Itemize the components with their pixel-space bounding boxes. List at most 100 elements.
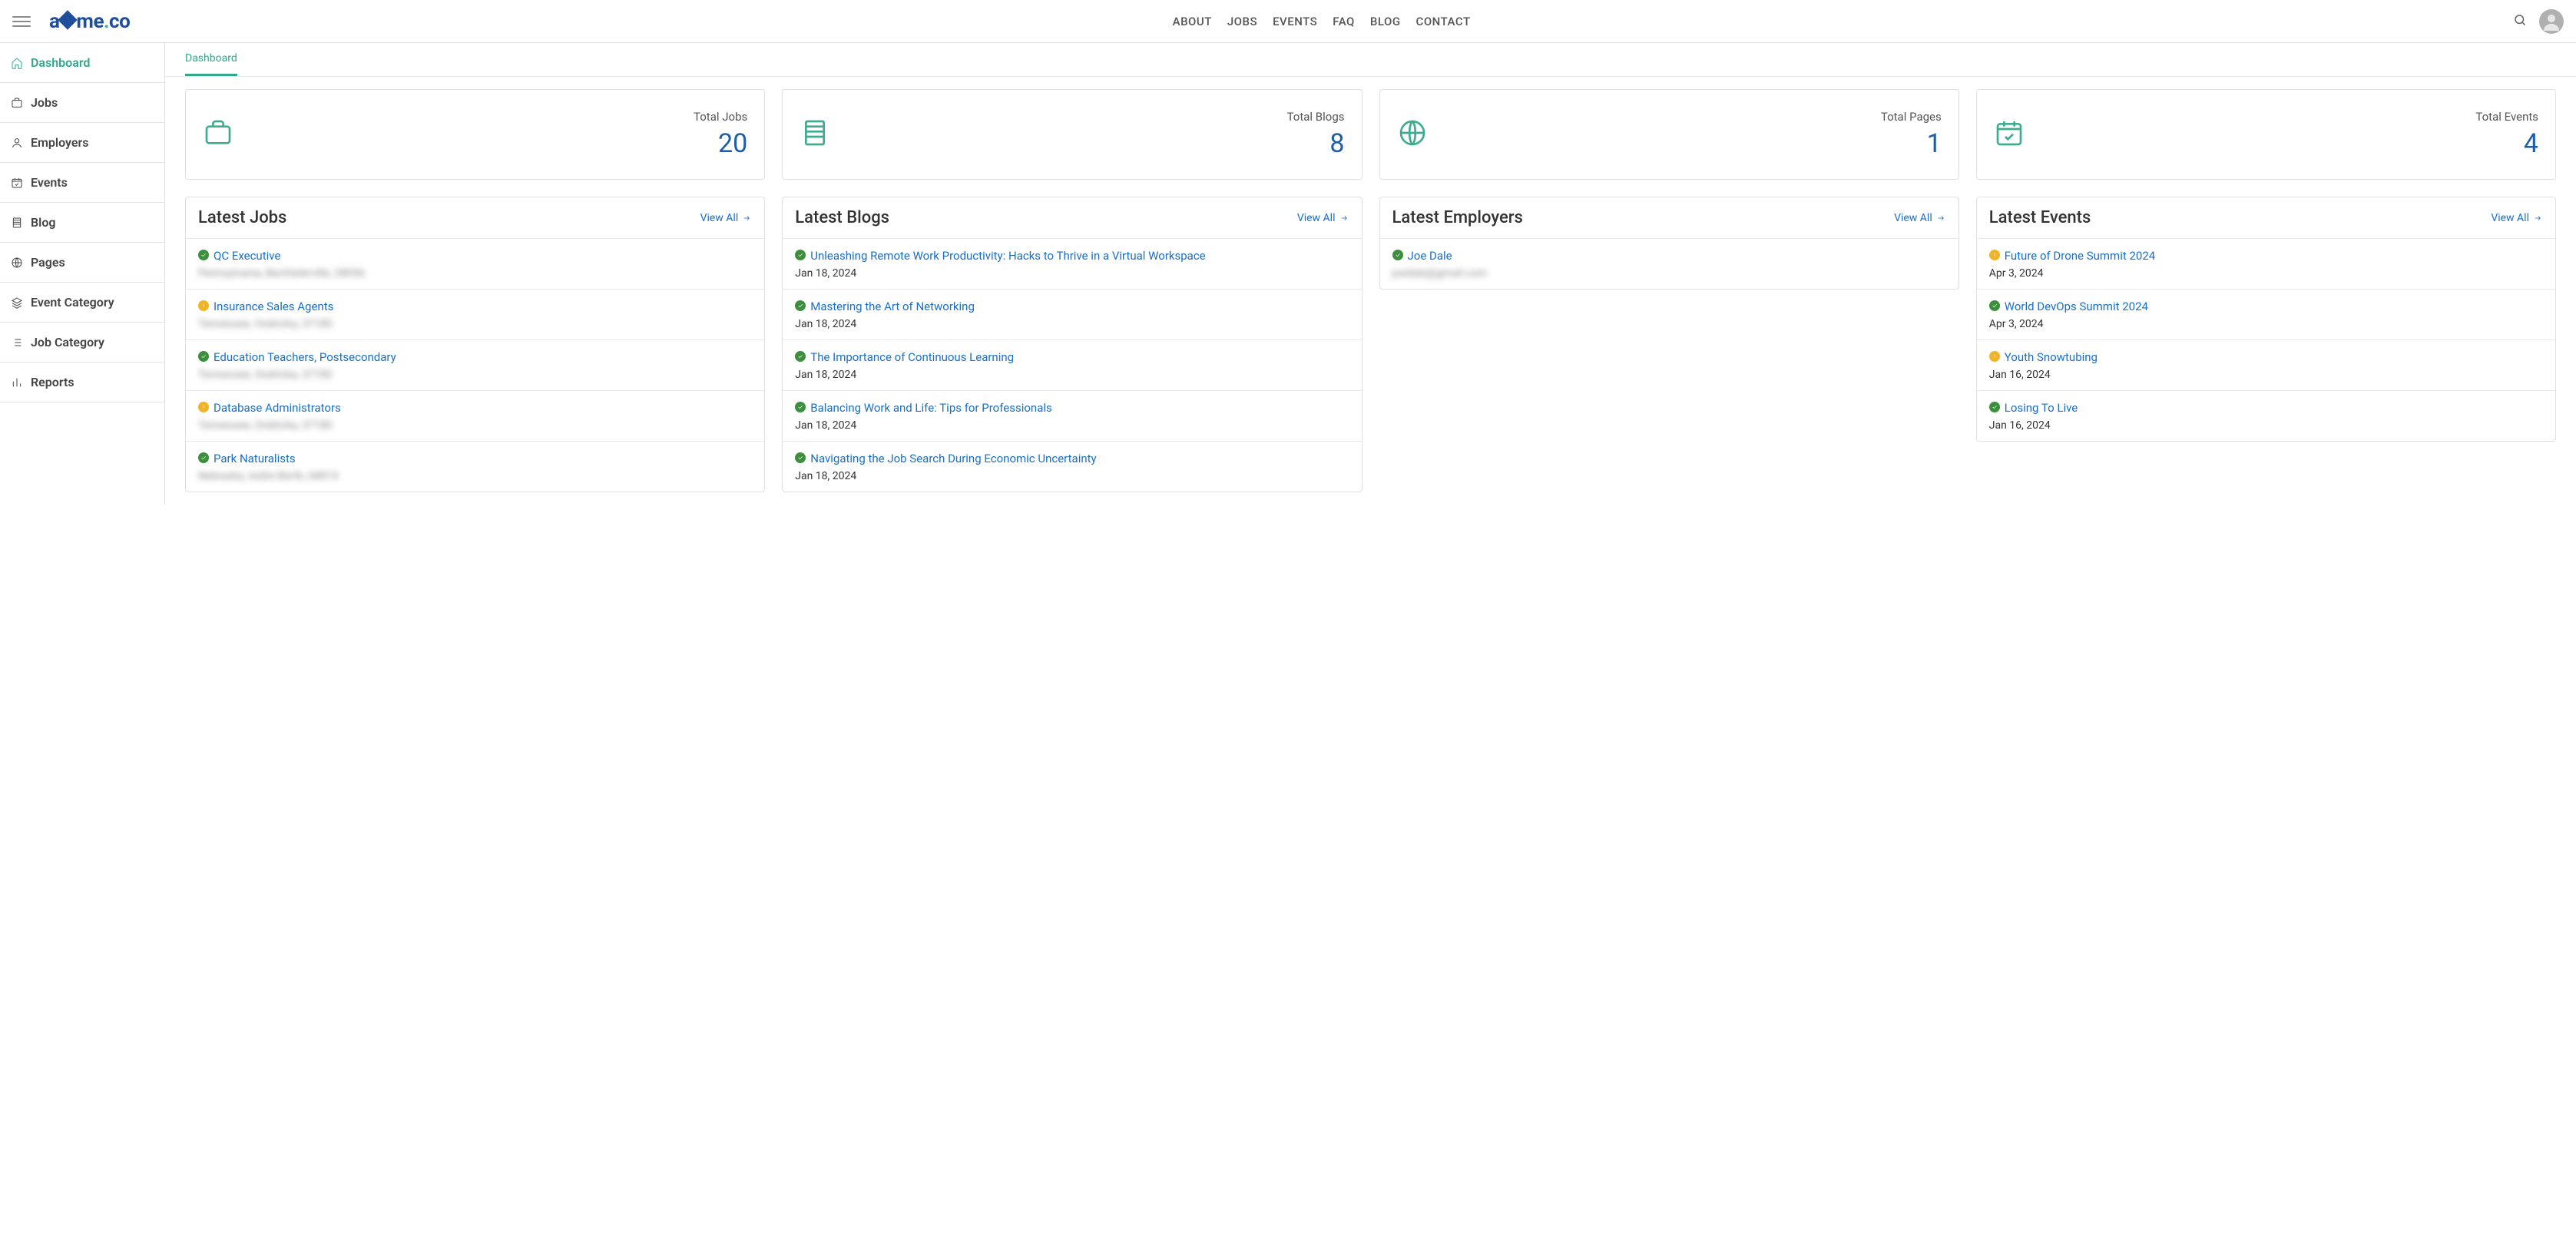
nav-events[interactable]: EVENTS [1273,15,1317,28]
stats-row: Total Jobs20Total Blogs8Total Pages1Tota… [185,89,2556,180]
list-item-title[interactable]: Park Naturalists [198,451,752,467]
list-item-sub: Apr 3, 2024 [1989,318,2543,330]
nav-about[interactable]: ABOUT [1173,15,1212,28]
arrow-right-icon [1339,214,1349,222]
list-item-sub-blur: joedale@gmail.com [1392,267,1946,280]
bar-chart-icon [11,376,23,389]
list-item: Youth Snowtubing Jan 16, 2024 [1977,339,2555,390]
list-item-title[interactable]: Mastering the Art of Networking [795,299,1349,315]
list-item-sub-blur: Tennessee, Ondricka, 37180 [198,318,752,330]
list-item-title[interactable]: Losing To Live [1989,400,2543,416]
stat-value: 1 [1881,128,1942,159]
stat-value: 8 [1287,128,1345,159]
view-all-link[interactable]: View All [2491,212,2543,224]
list-item-title[interactable]: Education Teachers, Postsecondary [198,349,752,366]
list-item: Future of Drone Summit 2024 Apr 3, 2024 [1977,238,2555,289]
panel-jobs: Latest JobsView All QC Executive Pennsyl… [185,197,765,492]
sidebar-item-label: Jobs [31,95,58,110]
list-item-title[interactable]: QC Executive [198,248,752,264]
list-item-title[interactable]: Youth Snowtubing [1989,349,2543,366]
sidebar-item-event-category[interactable]: Event Category [0,283,164,323]
view-all-link[interactable]: View All [1297,212,1349,224]
list-item-title[interactable]: Balancing Work and Life: Tips for Profes… [795,400,1349,416]
sidebar-item-jobs[interactable]: Jobs [0,83,164,123]
list-item: Joe Dale joedale@gmail.com [1380,238,1958,289]
stat-label: Total Blogs [1287,110,1345,124]
globe-icon [1397,118,1428,151]
view-all-link[interactable]: View All [1894,212,1946,224]
search-icon[interactable] [2513,13,2527,30]
list-icon [11,336,23,349]
avatar[interactable] [2539,9,2564,34]
logo-tld: co [109,10,130,33]
sidebar-item-reports[interactable]: Reports [0,363,164,402]
sidebar-item-label: Reports [31,375,74,389]
list-item-title-text: Database Administrators [214,400,341,416]
tabbar: Dashboard [165,43,2576,77]
status-ok-icon [795,250,806,260]
sidebar-item-dashboard[interactable]: Dashboard [0,43,164,83]
list-item-title[interactable]: Unleashing Remote Work Productivity: Hac… [795,248,1349,264]
status-warn-icon [1989,250,2000,260]
sidebar-item-employers[interactable]: Employers [0,123,164,163]
book-icon [800,118,830,151]
stat-label: Total Events [2475,110,2538,124]
list-item-sub: Apr 3, 2024 [1989,267,2543,280]
list-item-sub-blur: Tennessee, Ondricka, 37180 [198,419,752,432]
list-item-title[interactable]: The Importance of Continuous Learning [795,349,1349,366]
list-item: Database Administrators Tennessee, Ondri… [186,390,764,441]
list-item: Insurance Sales Agents Tennessee, Ondric… [186,289,764,339]
stat-card-total-jobs: Total Jobs20 [185,89,765,180]
list-item-title-text: Losing To Live [2005,400,2078,416]
stat-card-total-blogs: Total Blogs 8 [782,89,1362,180]
nav-contact[interactable]: CONTACT [1416,15,1471,28]
list-item-title-text: The Importance of Continuous Learning [810,349,1014,366]
nav-jobs[interactable]: JOBS [1227,15,1257,28]
list-item-title[interactable]: Future of Drone Summit 2024 [1989,248,2543,264]
list-item-title[interactable]: Insurance Sales Agents [198,299,752,315]
list-item-title-text: Unleashing Remote Work Productivity: Hac… [810,248,1205,264]
tab-dashboard[interactable]: Dashboard [185,43,237,76]
globe-icon [11,257,23,269]
stat-card-total-events: Total Events 4 [1976,89,2556,180]
arrow-right-icon [741,214,752,222]
list-item-sub: Jan 18, 2024 [795,318,1349,330]
sidebar-item-pages[interactable]: Pages [0,243,164,283]
panel-blogs: Latest BlogsView All Unleashing Remote W… [782,197,1362,492]
list-item-sub-blur: Tennessee, Ondricka, 37180 [198,369,752,381]
view-all-text: View All [2491,212,2529,224]
stat-value: 4 [2475,128,2538,159]
sidebar-item-label: Employers [31,135,88,150]
nav-blog[interactable]: BLOG [1370,15,1401,28]
panel-events: Latest EventsView All Future of Drone Su… [1976,197,2556,442]
list-item-title[interactable]: Joe Dale [1392,248,1946,264]
menu-toggle-icon[interactable] [12,12,31,31]
list-item-title[interactable]: World DevOps Summit 2024 [1989,299,2543,315]
list-item-title-text: Navigating the Job Search During Economi… [810,451,1096,467]
user-icon [11,137,23,149]
briefcase-icon [11,97,23,109]
list-item: Park Naturalists Nebraska, Isidre Berth,… [186,441,764,492]
sidebar-item-job-category[interactable]: Job Category [0,323,164,363]
list-item-title[interactable]: Database Administrators [198,400,752,416]
status-ok-icon [795,351,806,362]
sidebar-item-events[interactable]: Events [0,163,164,203]
status-ok-icon [198,452,209,463]
logo-text: a [49,10,59,33]
arrow-right-icon [2532,214,2543,222]
logo[interactable]: ame.co [49,10,130,33]
list-item-title-text: Balancing Work and Life: Tips for Profes… [810,400,1052,416]
nav-faq[interactable]: FAQ [1333,15,1355,28]
calendar-check-icon [11,177,23,189]
list-item-title[interactable]: Navigating the Job Search During Economi… [795,451,1349,467]
view-all-link[interactable]: View All [700,212,753,224]
sidebar: Dashboard Jobs Employers EventsBlogPagesEve… [0,43,165,505]
status-ok-icon [198,250,209,260]
view-all-text: View All [700,212,739,224]
list-item: Navigating the Job Search During Economi… [783,441,1361,492]
list-item-sub: Jan 16, 2024 [1989,369,2543,381]
status-ok-icon [795,452,806,463]
calendar-check-icon [1994,118,2025,151]
sidebar-item-blog[interactable]: Blog [0,203,164,243]
list-item: Balancing Work and Life: Tips for Profes… [783,390,1361,441]
